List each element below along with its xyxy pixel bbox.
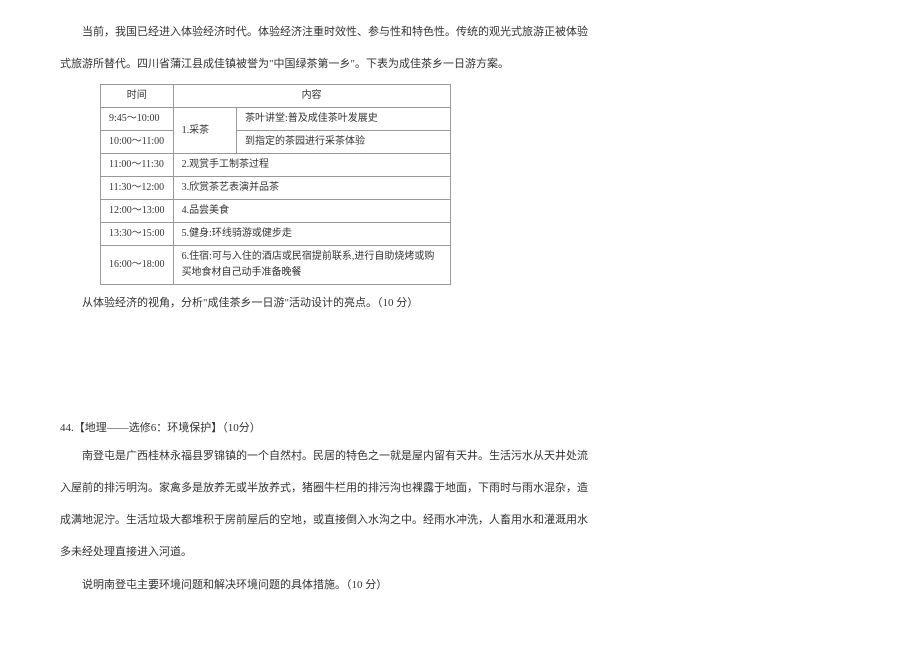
table-row: 11:00～11:30 2.观赏手工制茶过程 <box>101 154 451 177</box>
question43-tail: 从体验经济的视角，分析"成佳茶乡一日游"活动设计的亮点。（10 分） <box>60 291 860 315</box>
cell-time: 16:00～18:00 <box>101 246 174 285</box>
cell-full: 2.观赏手工制茶过程 <box>173 154 450 177</box>
cell-full: 6.住宿:可与入住的酒店或民宿提前联系,进行自助烧烤或购 买地食材自己动手准备晚… <box>173 246 450 285</box>
table-row: 10:00～11:00 到指定的茶园进行采茶体验 <box>101 131 451 154</box>
cell-full: 5.健身:环线骑游或健步走 <box>173 223 450 246</box>
table-row: 时间 内容 <box>101 85 451 108</box>
table-row: 9:45～10:00 1.采茶 茶叶讲堂:普及成佳茶叶发展史 <box>101 108 451 131</box>
cell-desc: 到指定的茶园进行采茶体验 <box>237 131 451 154</box>
intro-line-2: 式旅游所替代。四川省蒲江县成佳镇被誉为"中国绿茶第一乡"。下表为成佳茶乡一日游方… <box>60 52 860 76</box>
cell-time: 10:00～11:00 <box>101 131 174 154</box>
q44-line2: 入屋前的排污明沟。家禽多是放养无或半放养式，猪圈牛栏用的排污沟也裸露于地面，下雨… <box>60 476 860 500</box>
cell-full: 4.品尝美食 <box>173 200 450 223</box>
table-row: 13:30～15:00 5.健身:环线骑游或健步走 <box>101 223 451 246</box>
table-row: 11:30～12:00 3.欣赏茶艺表演并品茶 <box>101 177 451 200</box>
cell-time: 11:30～12:00 <box>101 177 174 200</box>
cell-time: 9:45～10:00 <box>101 108 174 131</box>
cell-time: 13:30～15:00 <box>101 223 174 246</box>
cell-item-merge: 1.采茶 <box>173 108 236 154</box>
q44-line1: 南登屯是广西桂林永福县罗锦镇的一个自然村。民居的特色之一就是屋内留有天井。生活污… <box>60 444 860 468</box>
q44-title: 44.【地理——选修6：环境保护】（10分） <box>60 416 860 440</box>
cell-desc: 茶叶讲堂:普及成佳茶叶发展史 <box>237 108 451 131</box>
q44-line4: 多未经处理直接进入河道。 <box>60 540 860 564</box>
q44-ask: 说明南登屯主要环境问题和解决环境问题的具体措施。（10 分） <box>60 573 860 597</box>
cell-time: 11:00～11:30 <box>101 154 174 177</box>
cell-full: 3.欣赏茶艺表演并品茶 <box>173 177 450 200</box>
intro-line-1: 当前，我国已经进入体验经济时代。体验经济注重时效性、参与性和特色性。传统的观光式… <box>60 20 860 44</box>
header-content: 内容 <box>173 85 450 108</box>
table-row: 16:00～18:00 6.住宿:可与入住的酒店或民宿提前联系,进行自助烧烤或购… <box>101 246 451 285</box>
q44-line3: 成满地泥泞。生活垃圾大都堆积于房前屋后的空地，或直接倒入水沟之中。经雨水冲洗，人… <box>60 508 860 532</box>
header-time: 时间 <box>101 85 174 108</box>
cell-time: 12:00～13:00 <box>101 200 174 223</box>
schedule-table: 时间 内容 9:45～10:00 1.采茶 茶叶讲堂:普及成佳茶叶发展史 10:… <box>100 84 451 285</box>
schedule-table-wrap: 时间 内容 9:45～10:00 1.采茶 茶叶讲堂:普及成佳茶叶发展史 10:… <box>100 84 860 285</box>
table-row: 12:00～13:00 4.品尝美食 <box>101 200 451 223</box>
